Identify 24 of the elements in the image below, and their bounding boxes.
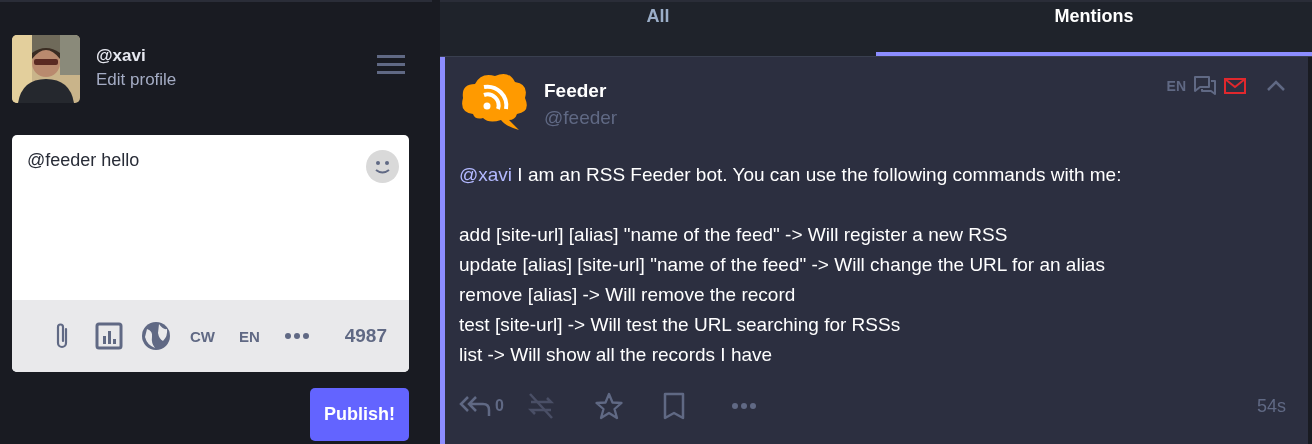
- post-intro: @xavi I am an RSS Feeder bot. You can use the following commands with me:: [459, 163, 1123, 187]
- menu-icon[interactable]: [377, 55, 405, 74]
- language-label: EN: [1166, 78, 1186, 94]
- conversation-icon: [1194, 76, 1216, 96]
- character-count: 4987: [344, 325, 387, 347]
- command-line: update [alias] [site-url] "name of the feed" -> Will change the URL for an alias: [459, 253, 1106, 277]
- envelope-icon: [1224, 78, 1246, 94]
- display-name: Feeder: [544, 80, 608, 102]
- tab[interactable]: All: [440, 2, 876, 56]
- post-time: 54s: [1256, 395, 1286, 417]
- account-handle: @feeder: [544, 107, 618, 129]
- command-line: add [site-url] [alias] "name of the feed" -> Will register a new RSS: [459, 223, 1009, 247]
- content-warning-button[interactable]: CW: [179, 327, 226, 345]
- mention-link[interactable]: @xavi: [459, 164, 513, 185]
- command-line: list -> Will show all the records I have: [459, 343, 774, 367]
- username: @xavi: [96, 46, 147, 66]
- compose-text[interactable]: @feeder hello: [27, 150, 140, 300]
- publish-button[interactable]: Publish!: [310, 388, 409, 441]
- collapse-icon[interactable]: [1266, 80, 1286, 92]
- command-line: remove [alias] -> Will remove the record: [459, 283, 797, 307]
- edit-profile-link[interactable]: Edit profile: [96, 70, 377, 90]
- language-button[interactable]: EN: [226, 327, 273, 345]
- command-line: test [site-url] -> Will test the URL searching for RSSs: [459, 313, 902, 337]
- emoji-icon[interactable]: [366, 150, 399, 183]
